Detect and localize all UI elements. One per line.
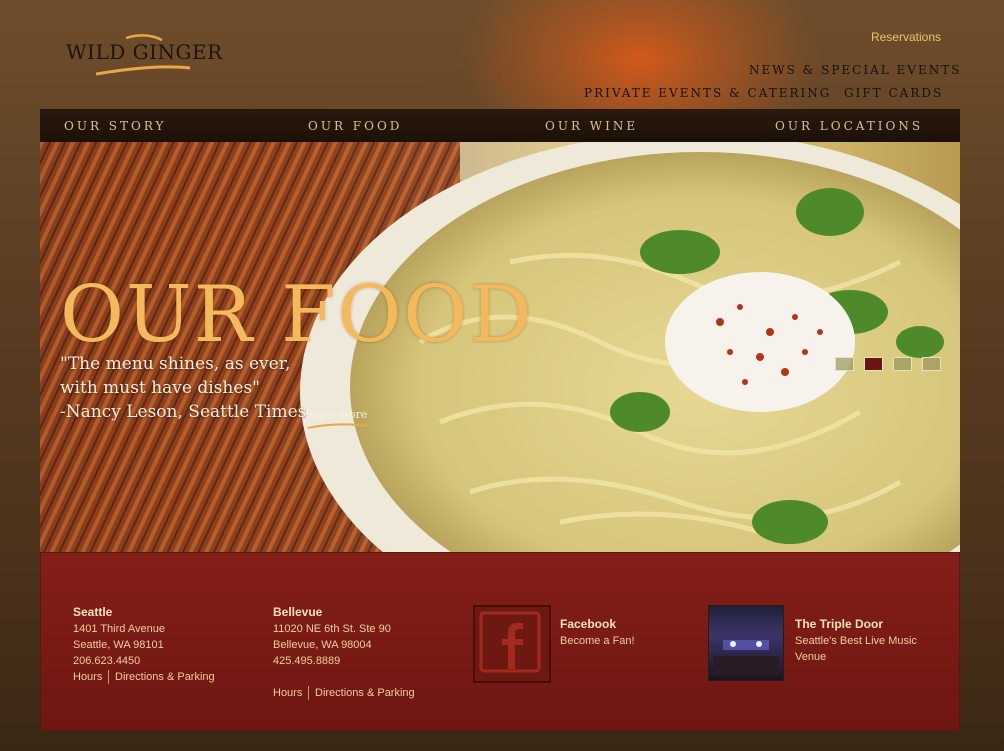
main-nav: OUR STORY OUR FOOD OUR WINE OUR LOCATION… bbox=[40, 109, 960, 142]
slide-dot-3[interactable] bbox=[893, 357, 912, 371]
link-divider bbox=[308, 686, 309, 700]
logo-text: WILD GINGER bbox=[66, 40, 223, 64]
facebook-subtitle[interactable]: Become a Fan! bbox=[560, 633, 635, 649]
bellevue-phone: 425.495.8889 bbox=[273, 655, 341, 667]
bellevue-directions-link[interactable]: Directions & Parking bbox=[315, 687, 415, 699]
slide-dot-1[interactable] bbox=[835, 357, 854, 371]
facebook-icon[interactable] bbox=[473, 605, 551, 683]
facebook-title[interactable]: Facebook bbox=[560, 617, 616, 631]
reservations-link[interactable]: Reservations bbox=[871, 30, 941, 44]
seattle-address-2: Seattle, WA 98101 bbox=[73, 639, 164, 651]
hero-title: OUR FOOD bbox=[60, 270, 534, 360]
quote-attribution: -Nancy Leson, Seattle Times bbox=[60, 402, 307, 422]
slide-dot-4[interactable] bbox=[922, 357, 941, 371]
link-divider bbox=[108, 670, 109, 684]
seattle-phone: 206.623.4450 bbox=[73, 655, 141, 667]
nav-our-food[interactable]: OUR FOOD bbox=[308, 119, 402, 133]
seattle-hours-link[interactable]: Hours bbox=[73, 671, 102, 683]
nav-our-locations[interactable]: OUR LOCATIONS bbox=[775, 119, 923, 133]
private-events-link[interactable]: PRIVATE EVENTS & CATERING bbox=[584, 86, 831, 100]
hero-banner: OUR FOOD "The menu shines, as ever, with… bbox=[40, 142, 960, 552]
slide-dot-2[interactable] bbox=[864, 357, 883, 371]
triple-door-title[interactable]: The Triple Door bbox=[795, 617, 883, 631]
quote-line-1: "The menu shines, as ever, bbox=[60, 354, 291, 374]
seattle-directions-link[interactable]: Directions & Parking bbox=[115, 671, 215, 683]
quote-line-2: with must have dishes" bbox=[60, 378, 260, 398]
seattle-address-1: 1401 Third Avenue bbox=[73, 623, 165, 635]
bellevue-hours-link[interactable]: Hours bbox=[273, 687, 302, 699]
footer: Seattle 1401 Third Avenue Seattle, WA 98… bbox=[40, 552, 960, 731]
bellevue-title: Bellevue bbox=[273, 605, 323, 619]
bellevue-address-2: Bellevue, WA 98004 bbox=[273, 639, 372, 651]
triple-door-subtitle[interactable]: Seattle's Best Live Music Venue bbox=[795, 633, 925, 665]
news-events-link[interactable]: NEWS & SPECIAL EVENTS bbox=[749, 63, 961, 77]
gift-cards-link[interactable]: GIFT CARDS bbox=[844, 86, 943, 100]
nav-our-story[interactable]: OUR STORY bbox=[64, 119, 166, 133]
seattle-title: Seattle bbox=[73, 605, 113, 619]
nav-our-wine[interactable]: OUR WINE bbox=[545, 119, 638, 133]
triple-door-photo[interactable] bbox=[708, 605, 784, 681]
learn-more-link[interactable]: learn more bbox=[306, 408, 369, 429]
wild-ginger-logo[interactable]: WILD GINGER bbox=[66, 30, 236, 80]
underline-swoosh-icon bbox=[307, 423, 369, 429]
learn-more-label: learn more bbox=[306, 408, 368, 421]
bellevue-address-1: 11020 NE 6th St. Ste 90 bbox=[273, 623, 391, 635]
